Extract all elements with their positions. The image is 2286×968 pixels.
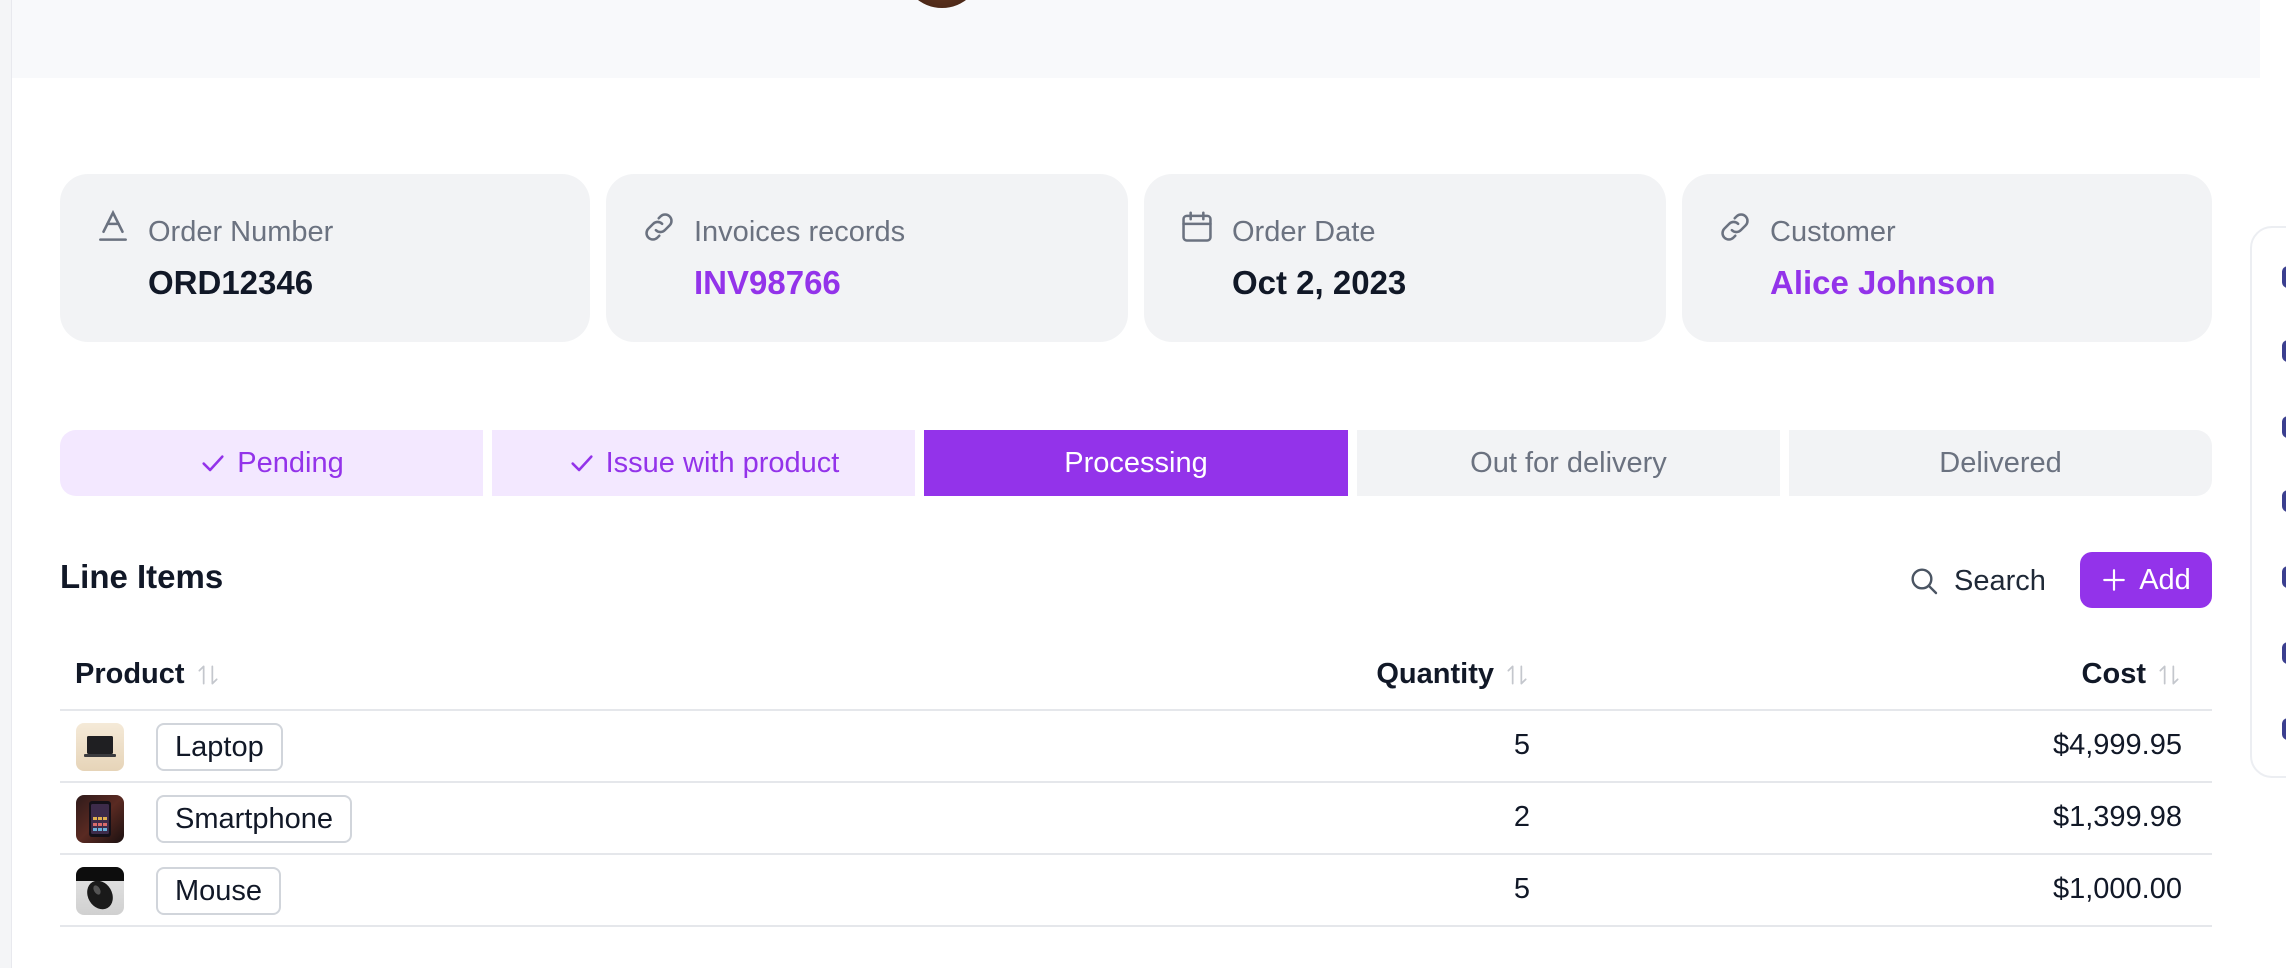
cost-cell: $4,999.95 bbox=[2052, 729, 2182, 761]
side-toolbar bbox=[2250, 226, 2286, 778]
status-step-label: Processing bbox=[1064, 446, 1208, 479]
toolbar-icon[interactable] bbox=[2282, 490, 2286, 512]
order-date-card: Order Date Oct 2, 2023 bbox=[1144, 174, 1666, 342]
invoice-link[interactable]: INV98766 bbox=[694, 264, 841, 302]
column-header-label: Quantity bbox=[1376, 658, 1494, 690]
status-step-processing[interactable]: Processing bbox=[924, 430, 1348, 496]
sort-arrows-icon bbox=[2156, 662, 2182, 688]
link-icon bbox=[640, 208, 678, 246]
smartphone-image bbox=[76, 795, 124, 843]
check-icon bbox=[199, 449, 227, 477]
status-step-issue[interactable]: Issue with product bbox=[492, 430, 915, 496]
product-tag[interactable]: Smartphone bbox=[156, 795, 352, 843]
plus-icon bbox=[2103, 569, 2126, 591]
customer-card: Customer Alice Johnson bbox=[1682, 174, 2212, 342]
sort-arrows-icon bbox=[195, 662, 221, 688]
table-row[interactable]: Laptop 5 $4,999.95 bbox=[60, 711, 2212, 783]
text-format-icon bbox=[94, 208, 132, 246]
order-number-label: Order Number bbox=[148, 216, 334, 248]
quantity-cell: 5 bbox=[1513, 729, 1530, 761]
order-number-card: Order Number ORD12346 bbox=[60, 174, 590, 342]
column-header-label: Product bbox=[75, 658, 185, 690]
toolbar-icon[interactable] bbox=[2282, 340, 2286, 362]
search-icon bbox=[1911, 568, 1938, 595]
customer-link[interactable]: Alice Johnson bbox=[1770, 264, 1996, 302]
cost-cell: $1,399.98 bbox=[2052, 801, 2182, 833]
status-step-pending[interactable]: Pending bbox=[60, 430, 483, 496]
invoice-card: Invoices records INV98766 bbox=[606, 174, 1128, 342]
laptop-image bbox=[76, 723, 124, 771]
mouse-image bbox=[76, 867, 124, 915]
table-header: Product Quantity Cost bbox=[60, 644, 2212, 711]
status-step-out-for-delivery[interactable]: Out for delivery bbox=[1357, 430, 1780, 496]
search-label: Search bbox=[1954, 564, 2046, 597]
quantity-cell: 5 bbox=[1513, 873, 1530, 905]
search-button[interactable]: Search bbox=[1908, 553, 2046, 609]
status-step-label: Out for delivery bbox=[1470, 446, 1667, 479]
table-row[interactable]: Smartphone 2 $1,399.98 bbox=[60, 783, 2212, 855]
invoice-label: Invoices records bbox=[694, 216, 906, 248]
order-number-value: ORD12346 bbox=[148, 264, 314, 301]
product-tag[interactable]: Laptop bbox=[156, 723, 283, 771]
left-sidebar-edge bbox=[0, 0, 12, 968]
quantity-cell: 2 bbox=[1513, 801, 1530, 833]
customer-label: Customer bbox=[1770, 216, 1896, 248]
status-step-label: Issue with product bbox=[605, 446, 840, 479]
column-header-product[interactable]: Product bbox=[75, 658, 221, 691]
add-button[interactable]: Add bbox=[2080, 552, 2212, 608]
status-step-label: Delivered bbox=[1939, 446, 2062, 479]
sort-arrows-icon bbox=[1504, 662, 1530, 688]
column-header-quantity[interactable]: Quantity bbox=[1376, 658, 1530, 691]
toolbar-icon[interactable] bbox=[2282, 566, 2286, 588]
column-header-cost[interactable]: Cost bbox=[2082, 658, 2182, 691]
toolbar-icon[interactable] bbox=[2282, 718, 2286, 740]
product-tag[interactable]: Mouse bbox=[156, 867, 282, 915]
link-icon bbox=[1716, 208, 1754, 246]
toolbar-icon[interactable] bbox=[2282, 266, 2286, 288]
status-step-label: Pending bbox=[237, 446, 344, 479]
status-step-delivered[interactable]: Delivered bbox=[1789, 430, 2212, 496]
toolbar-icon[interactable] bbox=[2282, 642, 2286, 664]
check-icon bbox=[568, 449, 596, 477]
calendar-icon bbox=[1178, 208, 1216, 246]
add-label: Add bbox=[2139, 563, 2191, 596]
order-date-label: Order Date bbox=[1232, 216, 1376, 248]
cost-cell: $1,000.00 bbox=[2052, 873, 2182, 905]
line-items-title: Line Items bbox=[60, 558, 224, 595]
order-date-value: Oct 2, 2023 bbox=[1232, 264, 1407, 301]
toolbar-icon[interactable] bbox=[2282, 416, 2286, 438]
table-row[interactable]: Mouse 5 $1,000.00 bbox=[60, 855, 2212, 927]
header-band bbox=[12, 0, 2260, 78]
avatar[interactable] bbox=[902, 0, 982, 8]
column-header-label: Cost bbox=[2081, 658, 2146, 690]
